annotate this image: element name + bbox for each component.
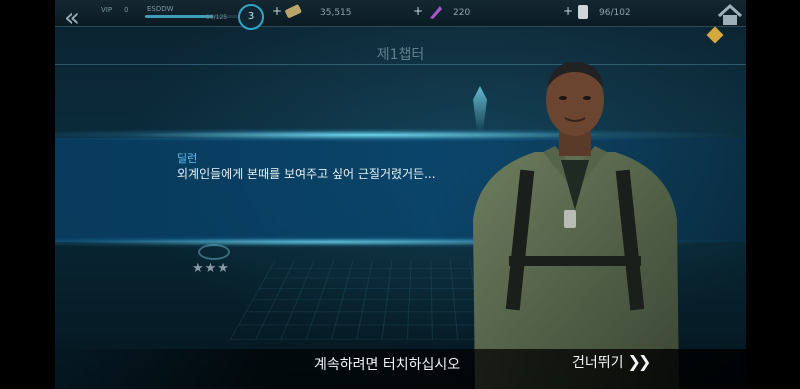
top-status-bar: « VIP 0 ESDDW 90/125 3 + 35,515 + 220 + — [55, 0, 746, 33]
resource-energy-value: 220 — [453, 8, 471, 18]
player-name: ESDDW — [147, 5, 174, 13]
skip-label: 건너뛰기 — [572, 355, 624, 371]
credits-icon — [285, 4, 302, 18]
exp-bar-fill — [145, 15, 214, 18]
player-level-badge[interactable]: 3 — [238, 4, 264, 30]
home-icon — [717, 3, 743, 25]
energy-icon — [430, 6, 442, 19]
character-portrait — [473, 62, 679, 389]
stage-stars: ★★★ — [192, 261, 230, 276]
skip-button[interactable]: 건너뛰기 ❯❯ — [572, 352, 652, 376]
home-button[interactable] — [715, 3, 745, 27]
player-level: 3 — [247, 11, 255, 22]
resource-credits[interactable]: + 35,515 — [272, 3, 392, 23]
resource-credits-value: 35,515 — [320, 8, 352, 18]
resource-stamina-value: 96/102 — [599, 8, 631, 18]
exp-text: 90/125 — [206, 14, 228, 21]
plus-icon: + — [413, 4, 424, 18]
stamina-icon — [578, 5, 588, 19]
resource-energy[interactable]: + 220 — [413, 3, 503, 23]
dialogue-text: 외계인들에게 본때를 보여주고 싶어 근질거렸거든... — [177, 167, 436, 181]
plus-icon: + — [272, 4, 283, 18]
touch-to-continue-hint[interactable]: 계속하려면 터치하십시오 — [314, 354, 460, 374]
quest-marker-icon[interactable] — [706, 26, 724, 44]
resource-stamina[interactable]: + 96/102 — [563, 3, 663, 23]
game-screen[interactable]: « VIP 0 ESDDW 90/125 3 + 35,515 + 220 + — [55, 0, 746, 389]
double-chevron-left-icon: « — [64, 3, 80, 33]
vip-level: 0 — [124, 6, 129, 14]
speaker-name: 딜런 — [177, 152, 198, 165]
plus-icon: + — [563, 4, 574, 18]
back-button[interactable]: « — [55, 3, 89, 35]
double-chevron-right-icon: ❯❯ — [627, 352, 652, 371]
vip-label: VIP — [101, 6, 113, 14]
